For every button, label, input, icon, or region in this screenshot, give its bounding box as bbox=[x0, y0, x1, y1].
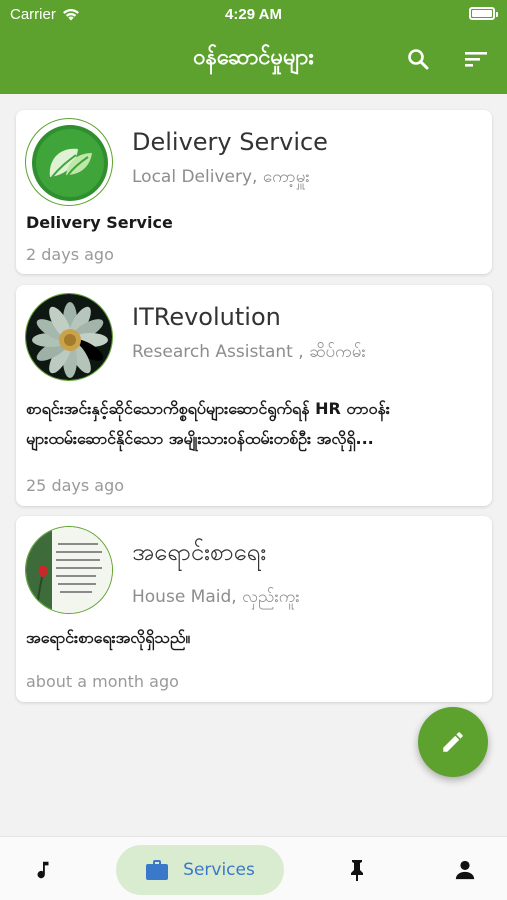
job-subtitle: House Maid, လှည်းကူး bbox=[132, 587, 300, 607]
pencil-icon bbox=[443, 732, 463, 752]
nav-music[interactable] bbox=[18, 845, 68, 895]
job-card[interactable]: ITRevolution Research Assistant , ဆိပ်ကမ… bbox=[16, 285, 492, 506]
search-icon bbox=[408, 49, 429, 70]
avatar bbox=[25, 293, 113, 381]
job-description: Delivery Service bbox=[26, 213, 173, 232]
job-card[interactable]: Delivery Service Local Delivery, ကော့မှူ… bbox=[16, 110, 492, 274]
avatar bbox=[25, 118, 113, 206]
job-description: အရောင်းစာရေးအလိုရှိသည်။ bbox=[26, 628, 191, 647]
job-description: စာရင်းအင်းနှင့်ဆိုင်သောကိစ္စရပ်များဆောင်… bbox=[26, 399, 390, 448]
compose-button[interactable] bbox=[418, 707, 488, 777]
person-icon bbox=[455, 860, 475, 880]
job-posted-time: 2 days ago bbox=[26, 245, 114, 264]
nav-services-label: Services bbox=[183, 860, 255, 880]
status-bar: Carrier 4:29 AM bbox=[0, 0, 507, 28]
job-card[interactable]: အရောင်းစာရေး House Maid, လှည်းကူး အရောင်… bbox=[16, 516, 492, 702]
briefcase-icon bbox=[146, 860, 169, 880]
sort-icon bbox=[465, 52, 487, 67]
job-posted-time: 25 days ago bbox=[26, 476, 125, 495]
job-posted-time: about a month ago bbox=[26, 672, 179, 691]
battery-icon bbox=[469, 7, 498, 20]
pin-icon bbox=[351, 860, 363, 881]
status-time: 4:29 AM bbox=[225, 6, 282, 23]
job-title: အရောင်းစာရေး bbox=[132, 538, 267, 566]
nav-services[interactable]: Services bbox=[116, 845, 284, 895]
app-bar: Carrier 4:29 AM ဝန်ဆောင်မှုများ bbox=[0, 0, 507, 94]
job-title: ITRevolution bbox=[132, 303, 281, 331]
search-button[interactable] bbox=[403, 44, 433, 74]
music-note-icon bbox=[37, 861, 49, 879]
bottom-navigation: Services bbox=[0, 836, 507, 900]
nav-pinned[interactable] bbox=[332, 845, 382, 895]
job-subtitle: Local Delivery, ကော့မှူး bbox=[132, 167, 310, 187]
sort-button[interactable] bbox=[461, 44, 491, 74]
avatar bbox=[25, 526, 113, 614]
page-title: ဝန်ဆောင်မှုများ bbox=[193, 45, 314, 70]
leaf-logo-icon bbox=[32, 125, 108, 201]
flower-photo-icon bbox=[26, 294, 112, 380]
nav-profile[interactable] bbox=[440, 845, 490, 895]
poster-photo-icon bbox=[26, 527, 112, 613]
job-title: Delivery Service bbox=[132, 128, 328, 156]
job-subtitle: Research Assistant , ဆိပ်ကမ်း bbox=[132, 342, 366, 362]
